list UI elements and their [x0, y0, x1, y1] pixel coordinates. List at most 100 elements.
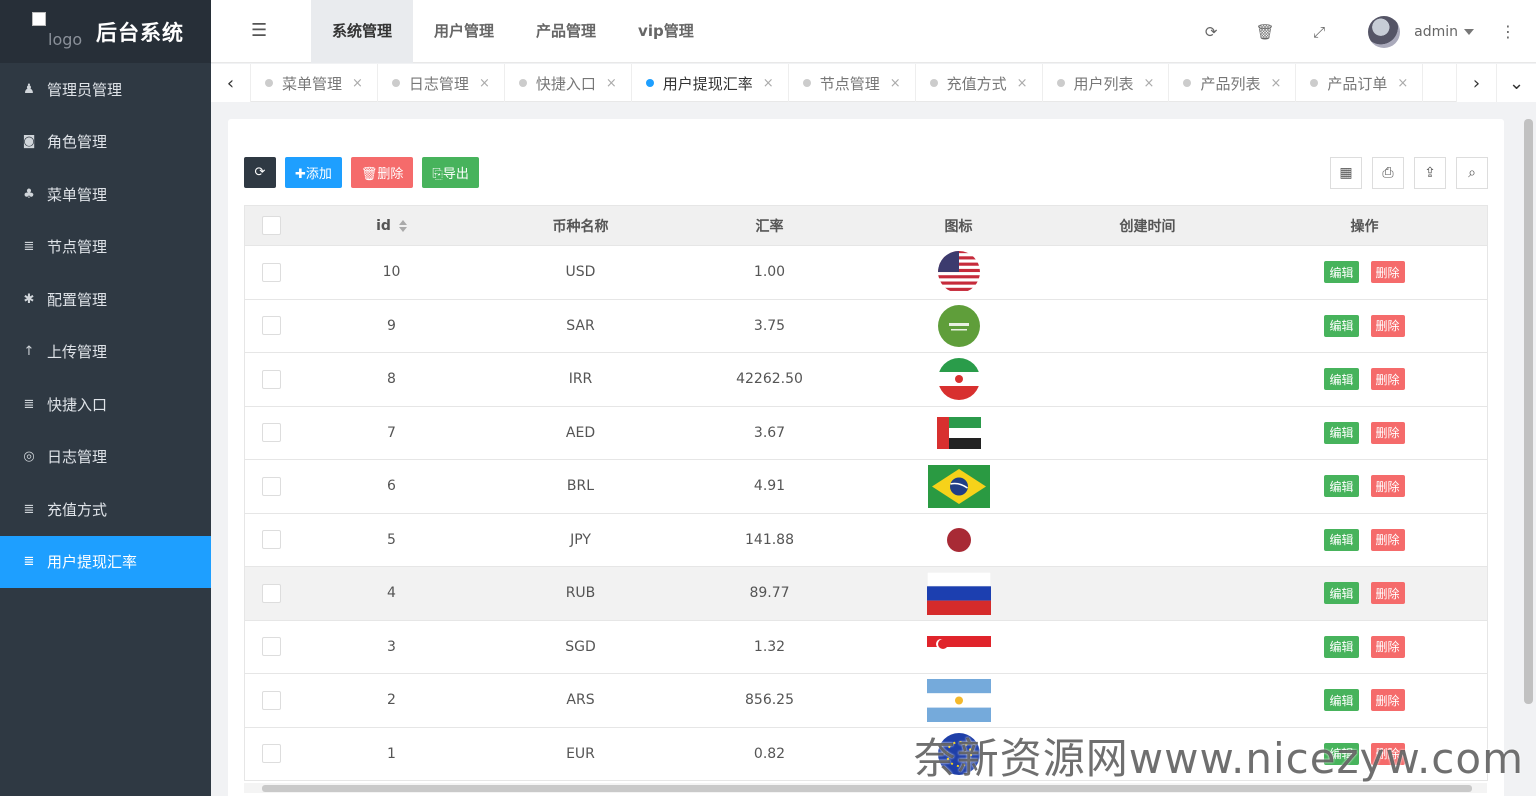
more-icon[interactable]: ⋮ — [1500, 22, 1516, 41]
page-tab-1[interactable]: 日志管理 × — [378, 64, 505, 102]
top-tab-3[interactable]: vip管理 — [617, 0, 715, 63]
top-tab-1[interactable]: 用户管理 — [413, 0, 515, 63]
sidebar-item-6[interactable]: ≣ 快捷入口 — [0, 378, 211, 431]
sidebar-item-7[interactable]: ◎ 日志管理 — [0, 431, 211, 484]
row-checkbox[interactable] — [261, 369, 281, 389]
edit-button[interactable]: 编辑 — [1324, 314, 1359, 337]
close-icon[interactable]: × — [1144, 76, 1155, 91]
sidebar-item-8[interactable]: ≣ 充值方式 — [0, 483, 211, 536]
trash-icon[interactable]: 🗑 — [1238, 23, 1292, 41]
top-tab-2[interactable]: 产品管理 — [515, 0, 617, 63]
row-delete-button[interactable]: 删除 — [1370, 582, 1405, 605]
top-tab-0[interactable]: 系统管理 — [311, 0, 414, 63]
close-icon[interactable]: × — [606, 76, 617, 91]
row-delete-button[interactable]: 删除 — [1370, 314, 1405, 337]
close-icon[interactable]: × — [1270, 76, 1281, 91]
export-button[interactable]: ⎘导出 — [422, 157, 479, 188]
cell-rate: 3.67 — [753, 424, 786, 441]
logo-area[interactable]: logo 后台系统 — [0, 0, 211, 63]
edit-button[interactable]: 编辑 — [1324, 475, 1359, 498]
page-tab-6[interactable]: 用户列表 × — [1043, 64, 1170, 102]
edit-button[interactable]: 编辑 — [1324, 582, 1359, 605]
page-tab-4[interactable]: 节点管理 × — [789, 64, 916, 102]
page-tab-7[interactable]: 产品列表 × — [1169, 64, 1297, 102]
edit-button[interactable]: 编辑 — [1324, 421, 1359, 444]
logo-image: logo — [30, 11, 84, 52]
refresh-icon[interactable]: ⟳ — [1184, 23, 1238, 41]
edit-button[interactable]: 编辑 — [1324, 635, 1359, 658]
print-icon[interactable]: ⎙ — [1372, 157, 1404, 189]
user-name[interactable]: admin — [1414, 24, 1458, 40]
page-tab-5[interactable]: 充值方式 × — [916, 64, 1043, 102]
page-tab-label: 节点管理 — [819, 74, 880, 93]
cell-currency-name: IRR — [568, 371, 593, 388]
row-checkbox[interactable] — [261, 744, 281, 764]
close-icon[interactable]: × — [352, 76, 363, 91]
page-tab-0[interactable]: 菜单管理 × — [251, 64, 378, 102]
tabs-scroll-left-icon[interactable]: ‹ — [211, 64, 251, 102]
row-checkbox-cell — [245, 744, 297, 764]
row-checkbox[interactable] — [261, 690, 281, 710]
export-icon[interactable]: ⇪ — [1414, 157, 1446, 189]
sidebar-item-0[interactable]: ♟ 管理员管理 — [0, 63, 211, 116]
tab-status-dot — [1310, 79, 1319, 87]
top-tabs: 系统管理 用户管理 产品管理 vip管理 — [311, 0, 715, 63]
close-icon[interactable]: × — [763, 76, 774, 91]
row-delete-button[interactable]: 删除 — [1370, 261, 1405, 284]
columns-icon[interactable]: ▦ — [1330, 157, 1362, 189]
cell-actions: 编辑 删除 — [1242, 582, 1487, 605]
page-tab-2[interactable]: 快捷入口 × — [505, 64, 632, 102]
row-checkbox[interactable] — [261, 530, 281, 550]
sidebar-item-2[interactable]: ♣ 菜单管理 — [0, 168, 211, 221]
fullscreen-icon[interactable]: ⤢ — [1292, 23, 1346, 41]
chevron-down-icon[interactable] — [1464, 28, 1474, 35]
avatar[interactable] — [1368, 15, 1401, 48]
close-icon[interactable]: × — [890, 76, 901, 91]
sort-icon[interactable] — [398, 219, 407, 232]
row-checkbox[interactable] — [261, 476, 281, 496]
search-icon[interactable]: ⌕ — [1456, 157, 1488, 189]
page-tab-8[interactable]: 产品订单 × — [1296, 64, 1424, 102]
row-checkbox[interactable] — [261, 637, 281, 657]
table-row: 8 IRR 42262.50 编辑 删除 — [244, 353, 1488, 407]
close-icon[interactable]: × — [1017, 76, 1028, 91]
row-delete-button[interactable]: 删除 — [1370, 421, 1405, 444]
edit-button[interactable]: 编辑 — [1324, 528, 1359, 551]
tabs-scroll-right-icon[interactable]: › — [1456, 64, 1496, 102]
page-tab-3[interactable]: 用户提现汇率 × — [632, 64, 789, 102]
edit-button[interactable]: 编辑 — [1324, 261, 1359, 284]
row-checkbox[interactable] — [261, 262, 281, 282]
row-checkbox[interactable] — [261, 423, 281, 443]
row-delete-button[interactable]: 删除 — [1370, 689, 1405, 712]
row-delete-button[interactable]: 删除 — [1370, 635, 1405, 658]
row-delete-button[interactable]: 删除 — [1370, 475, 1405, 498]
row-delete-button[interactable]: 删除 — [1370, 368, 1405, 391]
sidebar-item-1[interactable]: ◙ 角色管理 — [0, 116, 211, 169]
sidebar-item-3[interactable]: ≣ 节点管理 — [0, 221, 211, 274]
header-currency-name: 币种名称 — [552, 218, 609, 235]
select-all-checkbox[interactable] — [261, 216, 281, 235]
add-button[interactable]: ✚添加 — [285, 157, 342, 188]
row-delete-button[interactable]: 删除 — [1370, 528, 1405, 551]
delete-button[interactable]: 🗑删除 — [350, 157, 414, 188]
cell-rate: 3.75 — [753, 317, 786, 334]
close-icon[interactable]: × — [479, 76, 490, 91]
menu-toggle-icon[interactable]: ☰ — [251, 20, 267, 41]
sidebar-item-4[interactable]: ✱ 配置管理 — [0, 273, 211, 326]
list-icon: ≣ — [23, 396, 35, 412]
edit-button[interactable]: 编辑 — [1324, 368, 1359, 391]
cell-icon — [864, 571, 1053, 615]
tab-status-dot — [1056, 79, 1065, 87]
refresh-button[interactable]: ⟳ — [244, 157, 276, 188]
row-checkbox[interactable] — [261, 583, 281, 603]
cell-actions: 编辑 删除 — [1242, 261, 1487, 284]
edit-button[interactable]: 编辑 — [1324, 689, 1359, 712]
tabs-menu-icon[interactable]: ⌄ — [1496, 64, 1536, 102]
close-icon[interactable]: × — [1397, 76, 1408, 91]
header-id[interactable]: id — [297, 218, 486, 234]
row-checkbox[interactable] — [261, 316, 281, 336]
vertical-scrollbar[interactable] — [1522, 119, 1534, 709]
sidebar-item-5[interactable]: ↑ 上传管理 — [0, 326, 211, 379]
cell-currency-name: USD — [565, 264, 596, 281]
sidebar-item-9[interactable]: ≣ 用户提现汇率 — [0, 535, 211, 588]
